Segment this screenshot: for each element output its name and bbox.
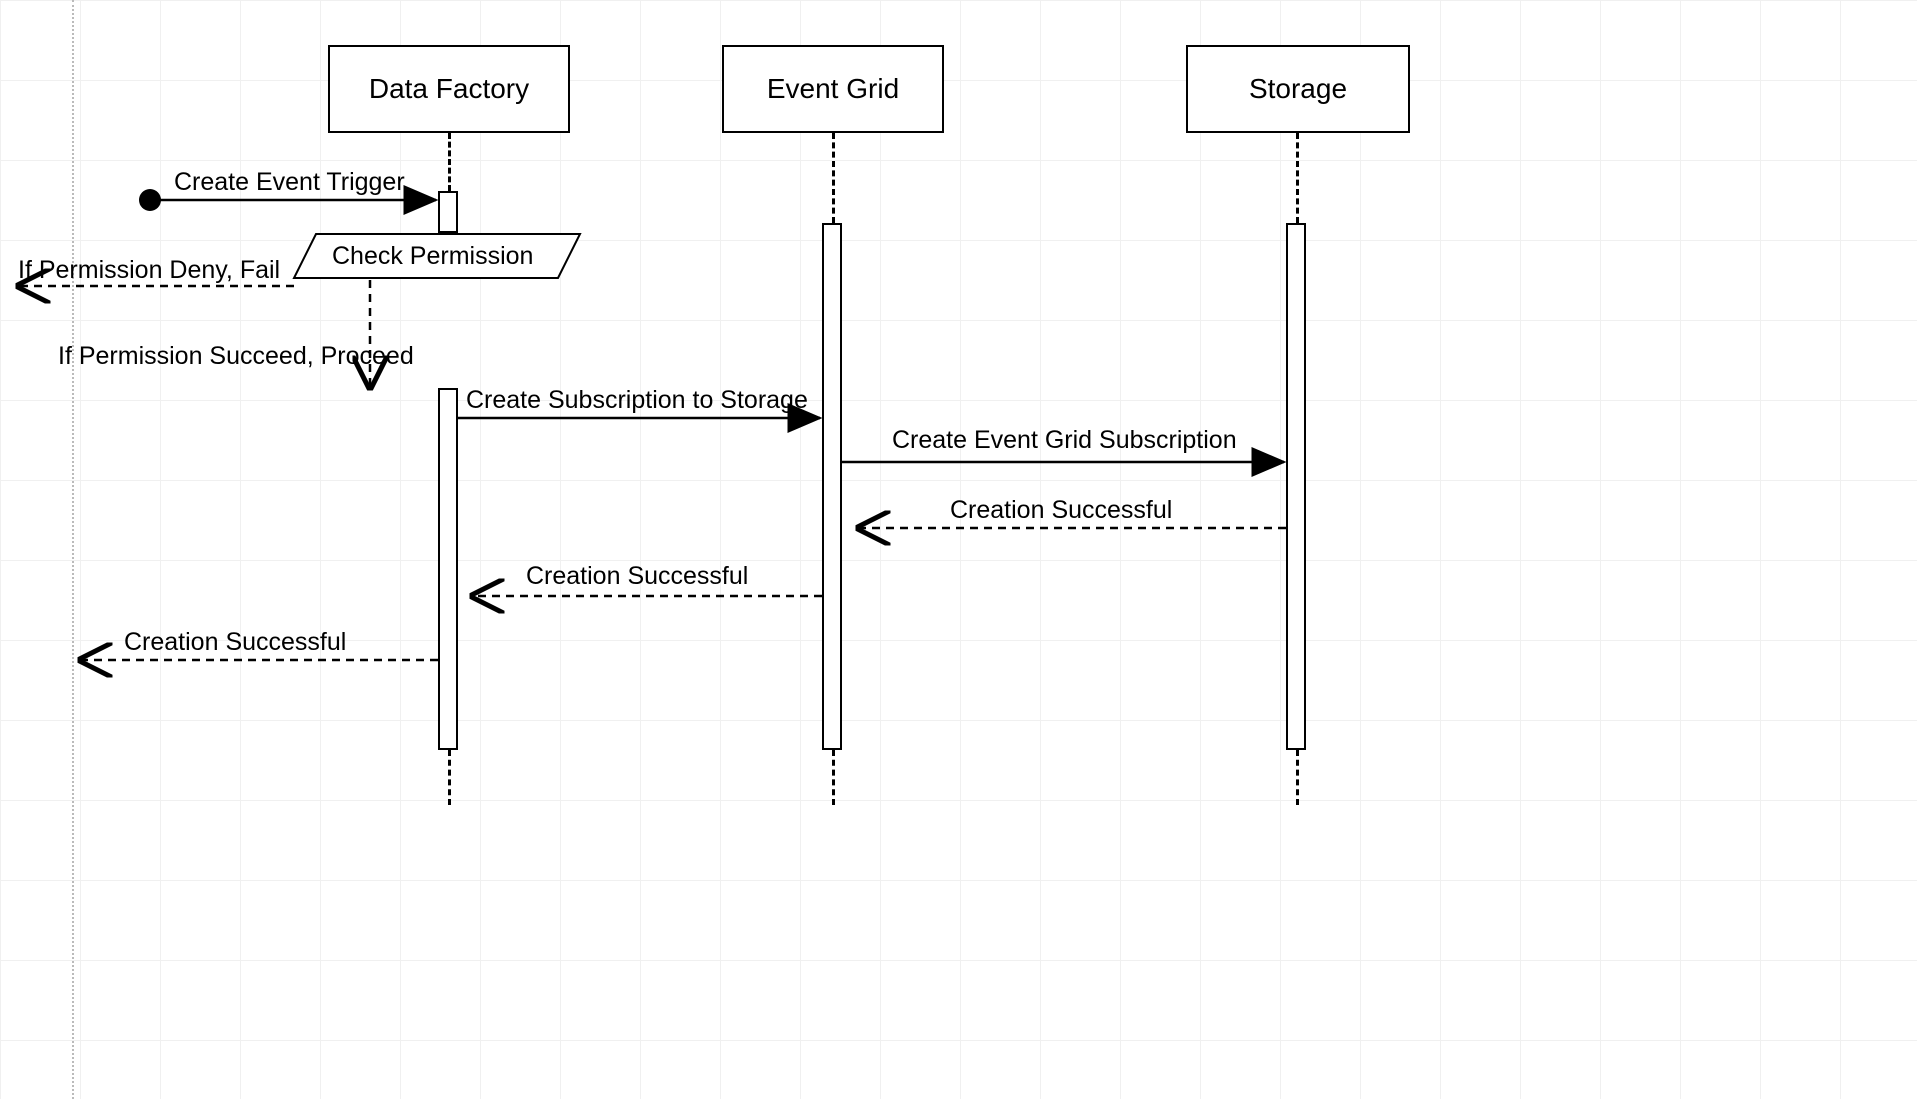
- activation-storage: [1286, 223, 1306, 750]
- lifeline-event-grid-bottom: [832, 750, 835, 805]
- decision-label: Check Permission: [332, 242, 533, 271]
- msg-create-eg-sub: Create Event Grid Subscription: [892, 426, 1237, 455]
- lifeline-storage-top: [1296, 133, 1299, 223]
- msg-succeed-proceed: If Permission Succeed, Proceed: [58, 342, 414, 371]
- participant-label: Data Factory: [369, 73, 529, 104]
- participant-label: Storage: [1249, 73, 1347, 104]
- activation-event-grid: [822, 223, 842, 750]
- start-node: [139, 189, 161, 211]
- activation-data-factory-large: [438, 388, 458, 750]
- lifeline-event-grid-top: [832, 133, 835, 223]
- diagram-arrows: [0, 0, 1917, 1099]
- lifeline-data-factory-bottom: [448, 750, 451, 805]
- msg-creation-success-2: Creation Successful: [526, 562, 748, 591]
- msg-create-sub-storage: Create Subscription to Storage: [466, 386, 808, 415]
- participant-event-grid: Event Grid: [722, 45, 944, 133]
- msg-creation-success-3: Creation Successful: [124, 628, 346, 657]
- lifeline-data-factory-top: [448, 133, 451, 191]
- msg-create-trigger: Create Event Trigger: [174, 168, 405, 197]
- activation-data-factory-small: [438, 191, 458, 233]
- participant-label: Event Grid: [767, 73, 899, 104]
- participant-storage: Storage: [1186, 45, 1410, 133]
- msg-creation-success-1: Creation Successful: [950, 496, 1172, 525]
- msg-deny-fail: If Permission Deny, Fail: [18, 256, 280, 285]
- margin-guide: [72, 0, 74, 1099]
- participant-data-factory: Data Factory: [328, 45, 570, 133]
- lifeline-storage-bottom: [1296, 750, 1299, 805]
